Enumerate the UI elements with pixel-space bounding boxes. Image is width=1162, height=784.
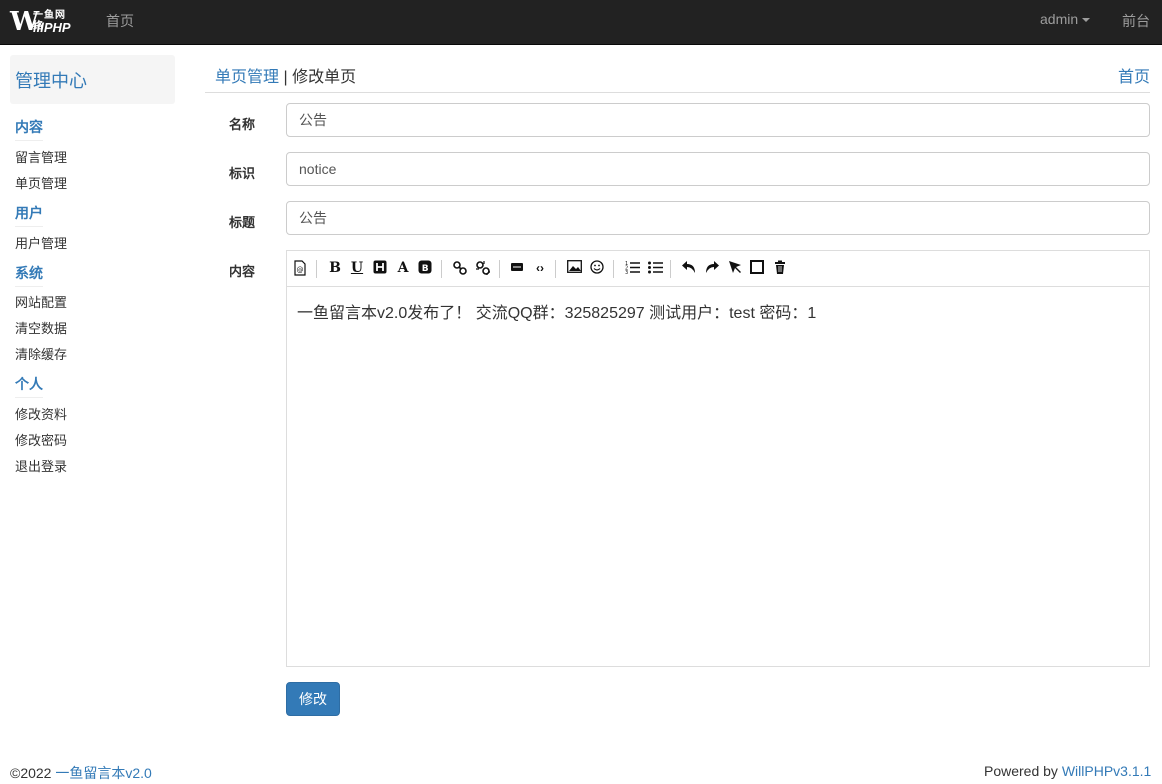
powered-text: Powered by <box>984 763 1062 779</box>
sidebar-item-edit-profile[interactable]: 修改资料 <box>15 404 67 423</box>
sidebar-header: 管理中心 <box>10 55 175 104</box>
sidebar-item-user-manage[interactable]: 用户管理 <box>15 233 67 252</box>
rich-text-editor: @ B U A B ‹› 123 一鱼留言本v2.0发布了！ 交流QQ群：325… <box>286 250 1150 667</box>
toolbar-separator <box>441 260 442 278</box>
sidebar-section-system: 系统 <box>15 263 43 287</box>
toolbar-separator <box>316 260 317 278</box>
toolbar-separator <box>670 260 671 278</box>
sidebar-item-logout[interactable]: 退出登录 <box>15 456 67 475</box>
user-menu[interactable]: admin <box>1040 11 1091 27</box>
fullscreen-icon[interactable] <box>749 260 765 276</box>
top-navbar: W 一鱼网络 illPHP 首页 admin 前台 <box>0 0 1162 45</box>
logo[interactable]: W 一鱼网络 illPHP <box>10 8 76 36</box>
emoticon-icon[interactable] <box>589 260 605 276</box>
header-home-link[interactable]: 首页 <box>1118 63 1150 87</box>
title-input[interactable] <box>286 201 1150 235</box>
ident-input[interactable] <box>286 152 1150 186</box>
image-icon[interactable] <box>566 260 582 276</box>
sidebar-item-clear-data[interactable]: 清空数据 <box>15 318 67 337</box>
sidebar-item-messages[interactable]: 留言管理 <box>15 147 67 166</box>
header-divider <box>205 92 1150 93</box>
sidebar-section-content: 内容 <box>15 117 43 141</box>
nav-home-link[interactable]: 首页 <box>106 11 134 31</box>
sidebar-title[interactable]: 管理中心 <box>15 67 87 93</box>
sidebar-item-change-password[interactable]: 修改密码 <box>15 430 67 449</box>
select-icon[interactable] <box>727 260 743 276</box>
underline-icon[interactable]: U <box>349 260 365 276</box>
content-label: 内容 <box>229 264 256 279</box>
footer-powered-link[interactable]: WillPHPv3.1.1 <box>1062 763 1151 779</box>
user-menu-label: admin <box>1040 11 1079 27</box>
editor-content[interactable]: 一鱼留言本v2.0发布了！ 交流QQ群：325825297 测试用户：test … <box>297 299 816 323</box>
sidebar-item-clear-cache[interactable]: 清除缓存 <box>15 344 67 363</box>
footer-powered: Powered by WillPHPv3.1.1 <box>984 763 1151 779</box>
toolbar-separator <box>555 260 556 278</box>
breadcrumb-current: 修改单页 <box>292 69 357 86</box>
copyright-text: ©2022 <box>10 765 56 781</box>
breadcrumb-separator: | <box>279 69 293 86</box>
breadcrumb: 单页管理 | 修改单页 <box>215 63 356 87</box>
logo-php-text: illPHP <box>33 20 71 35</box>
title-label: 标题 <box>229 215 256 230</box>
sidebar-section-users: 用户 <box>15 203 43 227</box>
svg-text:B: B <box>422 264 429 274</box>
footer-site-link[interactable]: 一鱼留言本v2.0 <box>55 765 151 781</box>
sidebar-item-site-config[interactable]: 网站配置 <box>15 292 67 311</box>
sidebar-section-personal: 个人 <box>15 374 43 398</box>
code-icon[interactable]: ‹› <box>532 260 548 276</box>
breadcrumb-pages-link[interactable]: 单页管理 <box>215 69 279 86</box>
svg-text:@: @ <box>297 266 304 274</box>
name-input[interactable] <box>286 103 1150 137</box>
editor-toolbar: @ B U A B ‹› 123 <box>287 251 1149 287</box>
clear-icon[interactable] <box>772 260 788 276</box>
footer-copyright: ©2022 一鱼留言本v2.0 <box>10 763 152 783</box>
submit-button[interactable]: 修改 <box>286 682 340 716</box>
sidebar-item-pages[interactable]: 单页管理 <box>15 173 67 192</box>
unlink-icon[interactable] <box>475 260 491 276</box>
hr-icon[interactable] <box>509 260 525 276</box>
toolbar-separator <box>499 260 500 278</box>
link-icon[interactable] <box>452 260 468 276</box>
bg-color-icon[interactable]: B <box>417 260 433 276</box>
svg-text:3: 3 <box>625 270 628 274</box>
ident-label: 标识 <box>229 166 256 181</box>
source-icon[interactable]: @ <box>292 260 308 276</box>
nav-front-link[interactable]: 前台 <box>1122 11 1150 31</box>
toolbar-separator <box>613 260 614 278</box>
ordered-list-icon[interactable]: 123 <box>624 260 640 276</box>
bold-icon[interactable]: B <box>327 260 343 276</box>
heading-icon[interactable] <box>372 260 388 276</box>
redo-icon[interactable] <box>704 260 720 276</box>
caret-down-icon <box>1082 18 1091 23</box>
unordered-list-icon[interactable] <box>647 260 663 276</box>
undo-icon[interactable] <box>681 260 697 276</box>
name-label: 名称 <box>229 117 256 132</box>
font-color-icon[interactable]: A <box>395 260 411 276</box>
